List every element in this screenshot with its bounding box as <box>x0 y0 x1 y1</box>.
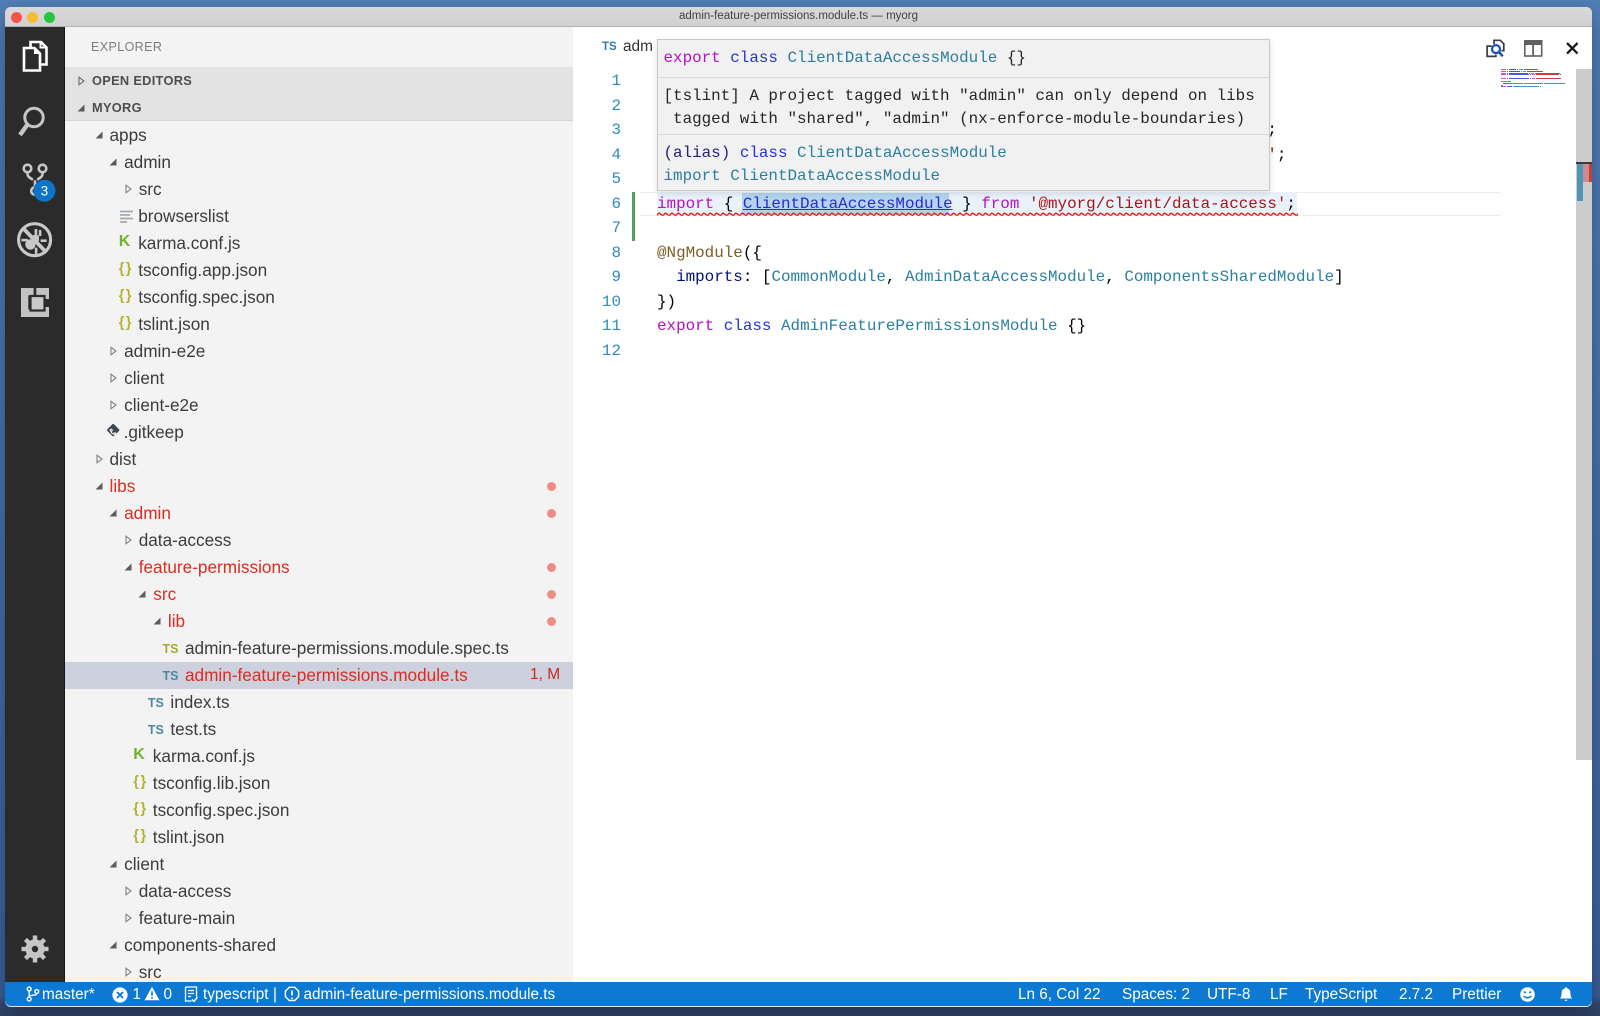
svg-text:3: 3 <box>41 183 49 198</box>
